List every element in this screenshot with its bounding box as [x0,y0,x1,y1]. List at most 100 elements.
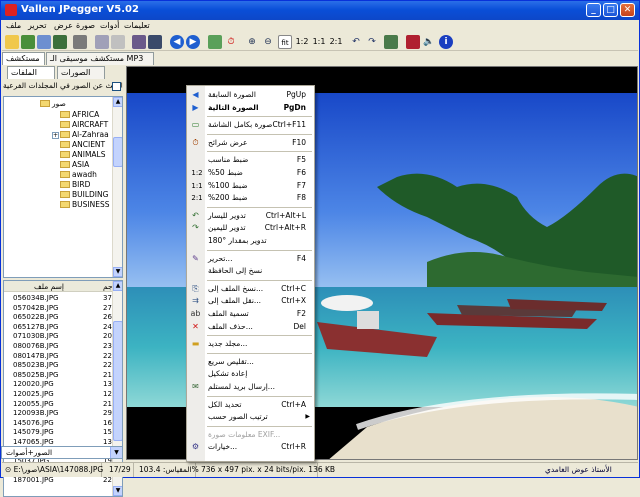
rotate-right-icon[interactable]: ↷ [365,35,379,49]
scroll-up-icon[interactable]: ▲ [113,97,122,107]
context-menu-item[interactable]: ⎘ نسخ الملف إلى... Ctrl+C [187,283,314,295]
scroll-up-icon[interactable]: ▲ [113,281,122,291]
table-row[interactable]: 057042B.JPG 27 [4,304,114,313]
tree-node[interactable]: AIRCRAFT [60,120,108,130]
table-row[interactable]: 120025.JPG 12 [4,390,114,399]
scroll-down-icon[interactable]: ▼ [113,486,122,496]
tree-scrollbar[interactable]: ▲ ▼ [112,97,122,277]
scroll-thumb[interactable] [113,321,122,441]
tree-root[interactable]: صور [40,99,66,109]
tree-node[interactable]: ASIA [60,160,89,170]
table-row[interactable]: 085025B.JPG 21 [4,371,114,380]
scroll-down-icon[interactable]: ▼ [113,267,122,277]
filter-select[interactable]: الصور+أصوات ▼ [1,446,123,459]
column-name[interactable]: إسم ملف [34,282,64,291]
open-folder-icon[interactable] [5,35,19,49]
context-menu-item[interactable]: تدوير بمقدار °180 [187,235,314,247]
table-row[interactable]: 071030B.JPG 20 [4,332,114,341]
info-icon[interactable]: i [439,35,453,49]
tab-mp3-explorer[interactable]: مستكشف موسيقى الـ MP3 [46,52,154,65]
context-menu-item[interactable]: ◀ الصورة السابقة PgUp [187,89,314,101]
table-row[interactable]: 080076B.JPG 23 [4,342,114,351]
prev-icon[interactable]: ◀ [170,35,184,49]
tab-files[interactable]: الملفات [7,66,55,79]
table-row[interactable]: 120055.JPG 21 [4,400,114,409]
context-menu-item[interactable]: 1:1 %100 ضبط F7 [187,180,314,192]
table-row[interactable]: 145079.JPG 15 [4,428,114,437]
menu-image[interactable]: صورة [76,21,95,30]
table-row[interactable]: 080147B.JPG 22 [4,352,114,361]
menu-file[interactable]: ملف [6,21,21,30]
context-menu-item[interactable]: ✎ تحرير... F4 [187,253,314,265]
context-menu-item[interactable]: إعادة تشكيل [187,368,314,380]
title-bar[interactable]: Vallen JPegger V5.02 _ □ ✕ [1,1,639,20]
menu-tools[interactable]: أدوات [100,21,119,30]
context-menu-item[interactable]: تقليص سريع... [187,356,314,368]
subfolder-search-checkbox[interactable] [112,82,121,91]
zoom-2-button[interactable]: 2:1 [328,35,344,49]
context-menu-item[interactable]: ▬ مجلد جديد... [187,338,314,350]
tree-node[interactable]: awadh [60,170,97,180]
context-menu-item[interactable]: ⇉ نقل الملف إلى... Ctrl+X [187,295,314,307]
table-row[interactable]: 056034B.JPG 37 [4,294,114,303]
fit-icon[interactable]: fit [278,35,292,49]
folder-tree[interactable]: صور AFRICA AIRCRAFT + Al-Zahraa ANCIENT A… [3,96,123,278]
close-button[interactable]: ✕ [620,3,635,17]
scroll-thumb[interactable] [113,137,122,167]
menu-help[interactable]: تعليمات [124,21,150,30]
context-menu-item[interactable]: ✉ إرسال بريد لمستلم... [187,381,314,393]
menu-edit[interactable]: تحرير [28,21,46,30]
tree-node[interactable]: ANIMALS [60,150,106,160]
zoom-half-button[interactable]: 1:2 [294,35,310,49]
table-row[interactable]: 145076.JPG 16 [4,419,114,428]
context-menu-item[interactable]: ab تسمية الملف F2 [187,308,314,320]
tree-node[interactable]: BUSINESS [60,200,109,210]
context-menu-item[interactable]: تحديد الكل Ctrl+A [187,399,314,411]
context-menu-item[interactable]: 1:2 %50 ضبط F6 [187,167,314,179]
paste-icon[interactable] [111,35,125,49]
context-menu-item[interactable]: ⚙ خيارات... Ctrl+R [187,441,314,453]
table-row[interactable]: 065127B.JPG 24 [4,323,114,332]
chevron-down-icon[interactable]: ▼ [110,447,122,458]
context-menu-item[interactable]: ضبط مناسب F5 [187,154,314,166]
context-menu-item[interactable]: 2:1 %200 ضبط F8 [187,192,314,204]
context-menu-item[interactable]: ✕ حذف الملف... Del [187,321,314,333]
zoom-in-icon[interactable]: ⊕ [245,35,259,49]
next-icon[interactable]: ▶ [186,35,200,49]
table-row[interactable]: 085023B.JPG 22 [4,361,114,370]
context-menu-item[interactable]: ↷ تدوير لليمين Ctrl+Alt+R [187,222,314,234]
expand-icon[interactable]: + [52,132,59,139]
tree-node[interactable]: BIRD [60,180,90,190]
menu-view[interactable]: عرض [54,21,73,30]
tab-images[interactable]: الصورات [57,66,105,79]
table-row[interactable]: 065022B.JPG 26 [4,313,114,322]
save-icon[interactable] [21,35,35,49]
context-menu-item[interactable]: ⏱ عرض شرائح F10 [187,137,314,149]
zoom-1-button[interactable]: 1:1 [311,35,327,49]
thumbnails-icon[interactable] [132,35,146,49]
context-menu-item[interactable]: ترتيب الصور حسب ▶ [187,411,314,423]
tab-image-explorer[interactable]: مستكشف الصور [2,52,45,75]
minimize-button[interactable]: _ [586,3,601,17]
rotate-left-icon[interactable]: ↶ [349,35,363,49]
sound-icon[interactable]: 🔈 [422,35,436,49]
subfolder-search-option[interactable]: البحث عن الصور في المجلدات الفرعية [3,81,123,93]
refresh-icon[interactable] [37,35,51,49]
fullscreen-icon[interactable] [208,35,222,49]
context-menu-item[interactable]: ↶ تدوير لليسار Ctrl+Alt+L [187,210,314,222]
print-icon[interactable] [73,35,87,49]
context-menu-item[interactable]: نسخ إلى الحافظة [187,265,314,277]
context-menu-item[interactable]: معلومات صورة EXIF... [187,429,314,441]
context-menu-item[interactable]: ▭ صورة بكامل الشاشة Ctrl+F11 [187,119,314,131]
tree-node[interactable]: + Al-Zahraa [52,130,109,140]
export-icon[interactable] [53,35,67,49]
table-row[interactable]: 120093B.JPG 29 [4,409,114,418]
tree-node[interactable]: BUILDING [60,190,108,200]
slideshow-icon[interactable] [148,35,162,49]
tree-node[interactable]: AFRICA [60,110,99,120]
copy-icon[interactable] [95,35,109,49]
scan-icon[interactable] [384,35,398,49]
maximize-button[interactable]: □ [603,3,618,17]
zoom-out-icon[interactable]: ⊖ [261,35,275,49]
table-row[interactable]: 120020.JPG 13 [4,380,114,389]
